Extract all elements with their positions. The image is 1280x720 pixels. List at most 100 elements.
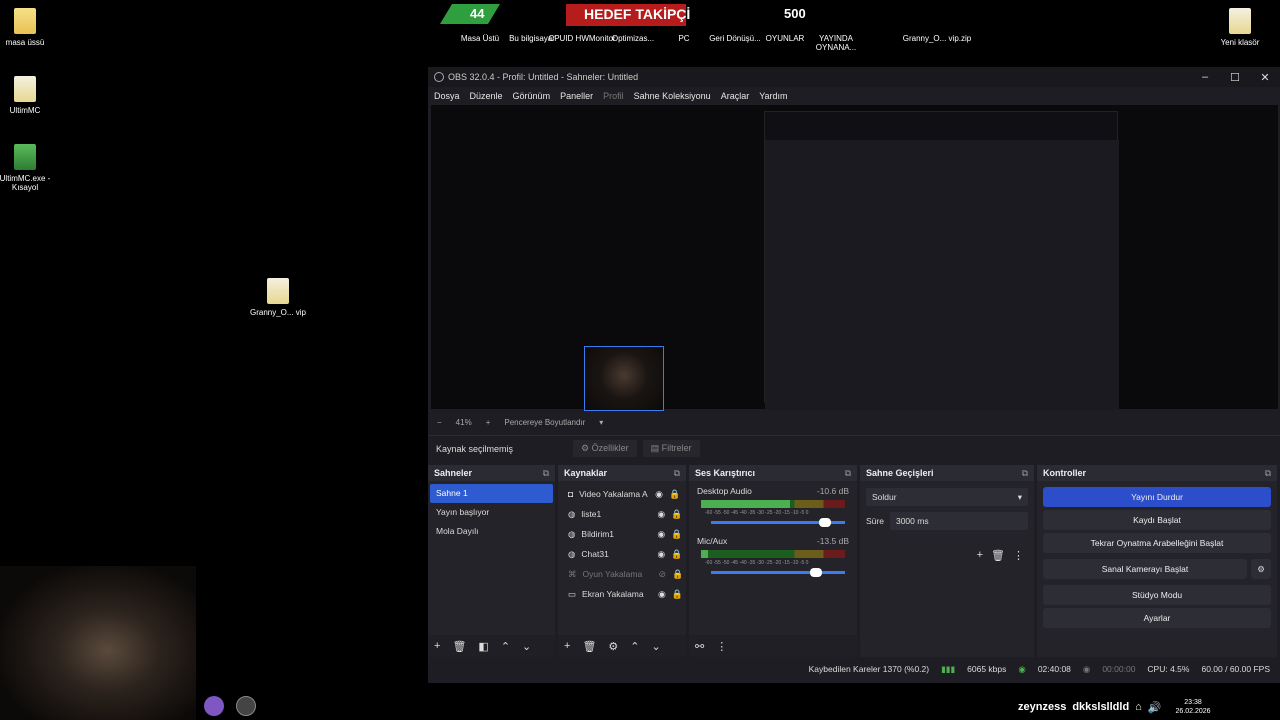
mixer-channel: Mic/Aux -13.5 dB -60 -55 -50 -45 -40 -35 … [691, 534, 855, 577]
source-item[interactable]: ◘ Video Yakalama A ◉ 🔒 [560, 484, 684, 504]
menu-dosya[interactable]: Dosya [434, 91, 460, 101]
lock-icon[interactable]: 🔒 [671, 509, 682, 520]
undock-icon[interactable]: ⧉ [845, 468, 851, 478]
eye-icon[interactable]: ◉ [658, 589, 666, 600]
chevron-down-icon[interactable]: ▾ [599, 418, 603, 427]
preview-canvas[interactable] [431, 105, 1278, 411]
volume-slider[interactable] [711, 518, 845, 527]
menu-yardim[interactable]: Yardım [759, 91, 787, 101]
settings-button[interactable]: Ayarlar [1043, 608, 1271, 628]
gear-icon[interactable]: ⚙ [1251, 559, 1271, 579]
menu-gorunum[interactable]: Görünüm [513, 91, 551, 101]
sources-header: Kaynaklar ⧉ [558, 465, 686, 481]
trash-icon[interactable]: 🗑 [452, 640, 466, 653]
minimize-icon[interactable]: – [1190, 71, 1220, 84]
start-replay-buffer-button[interactable]: Tekrar Oynatma Arabelleğini Başlat [1043, 533, 1271, 553]
globe-icon: ◍ [568, 508, 576, 519]
menu-profil[interactable]: Profil [603, 91, 624, 101]
eye-hidden-icon[interactable]: ⊘ [659, 569, 667, 580]
arrow-up-icon[interactable]: ⌃ [501, 640, 510, 653]
filters-label: Filtreler [661, 443, 692, 453]
webcam-source-selected[interactable] [584, 346, 664, 411]
desktop-icon-masa-ussu[interactable]: masa üssü [0, 8, 57, 47]
desktop-icon-granny-zip[interactable]: Granny_O... vip.zip [902, 34, 972, 43]
transitions-dock: Sahne Geçişleri ⧉ Soldur ▾ Süre 3000 ms + … [860, 465, 1034, 657]
stop-stream-button[interactable]: Yayını Durdur [1043, 487, 1271, 507]
properties-button[interactable]: ⚙ Özellikler [573, 440, 637, 457]
source-item[interactable]: ◍ Bildirim1 ◉ 🔒 [560, 524, 684, 544]
gear-icon[interactable]: ⚙ [608, 640, 618, 653]
volume-knob[interactable] [818, 518, 831, 527]
eye-icon[interactable]: ◉ [655, 489, 663, 500]
volume-knob[interactable] [809, 568, 822, 577]
more-vertical-icon[interactable]: ⋮ [716, 640, 727, 653]
desktop-icon-label: Granny_O... vip [249, 308, 307, 317]
lock-icon[interactable]: 🔒 [669, 489, 680, 500]
menu-duzenle[interactable]: Düzenle [470, 91, 503, 101]
clock-time: 23:38 [1184, 699, 1202, 706]
source-item[interactable]: ◍ liste1 ◉ 🔒 [560, 504, 684, 524]
sources-title: Kaynaklar [564, 468, 608, 478]
source-item[interactable]: ◍ Chat31 ◉ 🔒 [560, 544, 684, 564]
arrow-down-icon[interactable]: ⌄ [522, 640, 531, 653]
maximize-icon[interactable]: ☐ [1220, 71, 1250, 84]
arrow-up-icon[interactable]: ⌃ [630, 640, 639, 653]
more-vertical-icon[interactable]: ⋮ [1013, 549, 1024, 562]
meter-scale: -60 -55 -50 -45 -40 -35 -30 -25 -20 -15 … [705, 560, 809, 566]
scene-item[interactable]: Sahne 1 [430, 484, 553, 503]
nested-preview-capture [764, 111, 1119, 410]
transition-select[interactable]: Soldur ▾ [866, 488, 1028, 506]
lock-icon[interactable]: 🔒 [671, 549, 682, 560]
desktop-icon-yayinda[interactable]: YAYINDA OYNANA... [801, 34, 871, 52]
link-icon[interactable]: ⚯ [695, 640, 704, 653]
zoom-out-button[interactable]: − [437, 418, 442, 427]
desktop-icon-yeni-klasor[interactable]: Yeni klasör [1208, 8, 1272, 47]
clock[interactable]: 23:38 26.02.2026 [1176, 698, 1211, 716]
scene-item[interactable]: Yayın başlıyor [430, 503, 553, 522]
volume-slider[interactable] [711, 568, 845, 577]
eye-icon[interactable]: ◉ [657, 549, 665, 560]
lock-icon[interactable]: 🔒 [672, 589, 683, 600]
properties-label: Özellikler [591, 443, 629, 453]
duration-input[interactable]: 3000 ms [889, 512, 1028, 530]
undock-icon[interactable]: ⧉ [1265, 468, 1271, 478]
source-item[interactable]: ⌘ Oyun Yakalama ⊘ 🔒 [560, 564, 684, 584]
desktop-icon-ultimmc-exe[interactable]: UltimMC.exe - Kısayol [0, 144, 57, 192]
zoom-in-button[interactable]: + [486, 418, 491, 427]
menu-sahne-koleksiyonu[interactable]: Sahne Koleksiyonu [634, 91, 711, 101]
lock-icon[interactable]: 🔒 [671, 529, 682, 540]
trash-icon[interactable]: 🗑 [991, 549, 1005, 562]
start-recording-button[interactable]: Kaydı Başlat [1043, 510, 1271, 530]
audio-meter [701, 500, 845, 508]
fit-to-window-dropdown[interactable]: Pencereye Boyutlandır [504, 418, 585, 427]
arrow-down-icon[interactable]: ⌄ [652, 640, 661, 653]
desktop-icon-ultimmc[interactable]: UltimMC [0, 76, 57, 115]
obs-taskbar-icon[interactable] [236, 696, 256, 716]
menu-araclar[interactable]: Araçlar [721, 91, 750, 101]
undock-icon[interactable]: ⧉ [1022, 468, 1028, 478]
menu-paneller[interactable]: Paneller [560, 91, 593, 101]
webcam-overlay [0, 566, 196, 720]
add-icon[interactable]: + [434, 640, 440, 652]
desktop-icon-granny[interactable]: Granny_O... vip [246, 278, 310, 317]
app-icon[interactable] [204, 696, 224, 716]
eye-icon[interactable]: ◉ [657, 509, 665, 520]
studio-mode-button[interactable]: Stüdyo Modu [1043, 585, 1271, 605]
undock-icon[interactable]: ⧉ [543, 468, 549, 478]
filter-icon[interactable]: ◧ [478, 640, 488, 653]
filters-button[interactable]: ▤ Filtreler [642, 440, 700, 457]
undock-icon[interactable]: ⧉ [674, 468, 680, 478]
obs-titlebar[interactable]: OBS 32.0.4 - Profil: Untitled - Sahneler… [428, 67, 1280, 87]
trash-icon[interactable]: 🗑 [582, 640, 596, 653]
scene-item[interactable]: Mola Dayılı [430, 522, 553, 541]
network-icon[interactable]: ⌂ [1135, 701, 1142, 713]
lock-icon[interactable]: 🔒 [672, 569, 683, 580]
source-item[interactable]: ▭ Ekran Yakalama ◉ 🔒 [560, 584, 684, 604]
add-icon[interactable]: + [977, 549, 983, 562]
sources-dock: Kaynaklar ⧉ ◘ Video Yakalama A ◉ 🔒 ◍ liste1 ◉ 🔒… [558, 465, 686, 657]
volume-icon[interactable]: 🔊 [1148, 701, 1162, 714]
start-virtual-camera-button[interactable]: Sanal Kamerayı Başlat [1043, 559, 1247, 579]
eye-icon[interactable]: ◉ [657, 529, 665, 540]
add-icon[interactable]: + [564, 640, 570, 652]
close-icon[interactable]: ✕ [1250, 71, 1280, 84]
